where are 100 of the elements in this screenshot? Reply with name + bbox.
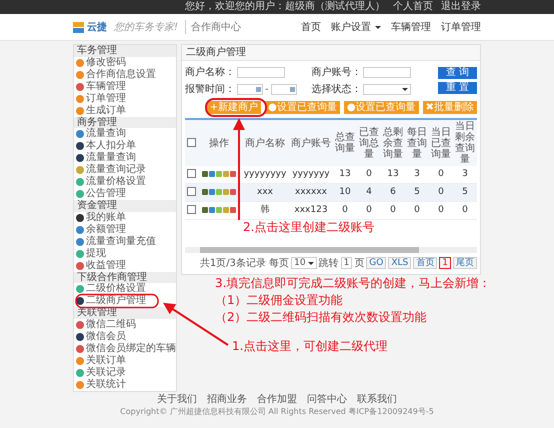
- sidebar-item[interactable]: 流量查询: [74, 128, 176, 140]
- copyright-text: Copyright© 广州超捷信息科技有限公司 All Rights Reserved 粤ICP备12009249号-5: [119, 406, 435, 418]
- input-field[interactable]: [237, 66, 285, 78]
- separator-text: -: [265, 84, 269, 94]
- sidebar-item[interactable]: 关联记录: [74, 366, 176, 378]
- nav-item[interactable]: 账户设置: [331, 20, 371, 34]
- table-cell: 0: [342, 205, 348, 215]
- search-button[interactable]: 重 置: [438, 82, 477, 94]
- pager-text: 共1页/3条记录 每页: [200, 256, 290, 270]
- pager-text: 跳转: [318, 256, 339, 270]
- section-title: 资金管理: [74, 200, 176, 212]
- date-field[interactable]: [270, 84, 297, 94]
- table-cell: 5: [414, 187, 420, 197]
- sidebar-item[interactable]: 流量量查询: [74, 152, 176, 164]
- page-size-select[interactable]: 10: [291, 257, 317, 269]
- table-cell: 3: [414, 169, 420, 179]
- logo-text: 云捷: [87, 20, 107, 34]
- table-cell: 6: [390, 187, 396, 197]
- center-title: 合作商中心: [185, 20, 242, 34]
- footer-link[interactable]: 合作加盟: [257, 394, 297, 406]
- checkbox[interactable]: [186, 187, 196, 196]
- section-title: 下级合作商管理: [74, 272, 176, 283]
- annotation-text: （2）二级二维码扫描有效次数设置功能: [215, 309, 427, 326]
- section-title: 车务管理: [74, 45, 176, 56]
- page-input[interactable]: 1: [340, 257, 352, 269]
- sidebar-item[interactable]: 流量查询量充值: [74, 236, 176, 248]
- sidebar-item[interactable]: 流量价格设置: [74, 176, 176, 188]
- column-header: 每日查询量: [405, 119, 429, 166]
- column-header: 当日剩余查询量: [453, 119, 477, 166]
- annotation-text: （1）二级佣金设置功能: [215, 292, 343, 309]
- footer-link[interactable]: 招商业务: [207, 394, 247, 406]
- table-cell: 韩: [260, 205, 270, 215]
- sidebar-item[interactable]: 订单管理: [74, 92, 176, 104]
- column-header: 商户名称: [241, 119, 289, 166]
- nav-item[interactable]: 订单管理: [441, 20, 481, 34]
- date-field[interactable]: [237, 84, 263, 94]
- checkbox[interactable]: [186, 205, 196, 214]
- annotation-text: 1.点击这里，可创建二级代理: [232, 338, 388, 355]
- footer-link[interactable]: 联系我们: [357, 394, 397, 406]
- annotation-text: 3.填完信息即可完成二级账号的创建，马上会新增：: [215, 275, 490, 292]
- select-field[interactable]: [363, 84, 412, 94]
- sidebar-item[interactable]: 二级商户管理: [74, 295, 176, 307]
- calendar-icon: [290, 86, 295, 92]
- footer-link[interactable]: 问答中心: [307, 394, 347, 406]
- table-cell: 0: [414, 205, 420, 215]
- filter-label: 商户账号：: [311, 66, 362, 79]
- table-cell: 10: [339, 187, 351, 197]
- sidebar-item[interactable]: 生成订单: [74, 104, 176, 116]
- sidebar-item[interactable]: 关联订单: [74, 354, 176, 366]
- sidebar-item[interactable]: 收益管理: [74, 260, 176, 272]
- pager-button[interactable]: GO: [366, 257, 386, 269]
- column-header: 总查询量: [333, 119, 357, 166]
- sidebar-item[interactable]: 公告管理: [74, 188, 176, 200]
- greeting-text: 您好，欢迎您的用户：超级商（测试代理人）: [185, 0, 385, 14]
- table-cell: xxx: [257, 187, 273, 197]
- filter-label: 报警时间：: [185, 82, 235, 96]
- sidebar-item[interactable]: 流量查询记录: [74, 164, 176, 176]
- table-cell: yyyyyyyy: [244, 169, 286, 179]
- slogan-text: 您的车务专家!: [114, 20, 178, 34]
- pager-button[interactable]: XLS: [388, 257, 412, 269]
- sidebar-item[interactable]: 微信会员绑定的车辆: [74, 342, 176, 354]
- table-cell: 5: [462, 187, 468, 197]
- table-cell: 13: [339, 169, 351, 179]
- footer-link[interactable]: 关于我们: [157, 394, 197, 406]
- sidebar-item[interactable]: 提现: [74, 248, 176, 260]
- pager-button[interactable]: 尾页: [453, 257, 477, 269]
- sidebar-item[interactable]: 微信二维码: [74, 318, 176, 330]
- top-link[interactable]: 退出登录: [441, 0, 481, 14]
- sidebar-item[interactable]: 修改密码: [74, 56, 176, 68]
- sidebar-item[interactable]: 微信会员: [74, 330, 176, 342]
- table-cell: 0: [366, 205, 372, 215]
- sidebar-item[interactable]: 本人扣分单: [74, 140, 176, 152]
- caret-icon: [402, 88, 408, 94]
- table-cell: 0: [462, 205, 468, 215]
- filter-label: 商户名称：: [185, 66, 235, 79]
- top-link[interactable]: 个人首页: [393, 0, 433, 14]
- nav-item[interactable]: 首页: [301, 20, 321, 34]
- sidebar-item[interactable]: 二级价格设置: [74, 283, 176, 295]
- logo-icon: [73, 22, 84, 32]
- search-button[interactable]: 查 询: [438, 67, 477, 79]
- pager-button[interactable]: 首页: [413, 257, 438, 269]
- sidebar-item[interactable]: 我的账单: [74, 212, 176, 224]
- sidebar-item[interactable]: 余额管理: [74, 224, 176, 236]
- sidebar-item[interactable]: 合作商信息设置: [74, 68, 176, 80]
- table-cell: 0: [438, 187, 444, 197]
- table-cell: xxxxxx: [295, 187, 327, 197]
- sidebar-item[interactable]: 车辆管理: [74, 80, 176, 92]
- sidebar-item[interactable]: 关联统计: [74, 378, 176, 390]
- checkbox[interactable]: [186, 138, 196, 148]
- nav-item[interactable]: 车辆管理: [391, 20, 431, 34]
- input-field[interactable]: [363, 66, 412, 78]
- annotation-text: 2.点击这里创建二级账号: [243, 219, 374, 236]
- table-cell: xxx123: [294, 205, 328, 215]
- checkbox[interactable]: [186, 169, 196, 178]
- column-header: 总剩余查询量: [381, 119, 405, 166]
- page-number[interactable]: 1: [439, 257, 451, 269]
- table-cell: 3: [462, 169, 468, 179]
- scrollbar[interactable]: [185, 247, 477, 253]
- pager-text: 页: [354, 257, 364, 270]
- column-header: 操作: [197, 119, 241, 166]
